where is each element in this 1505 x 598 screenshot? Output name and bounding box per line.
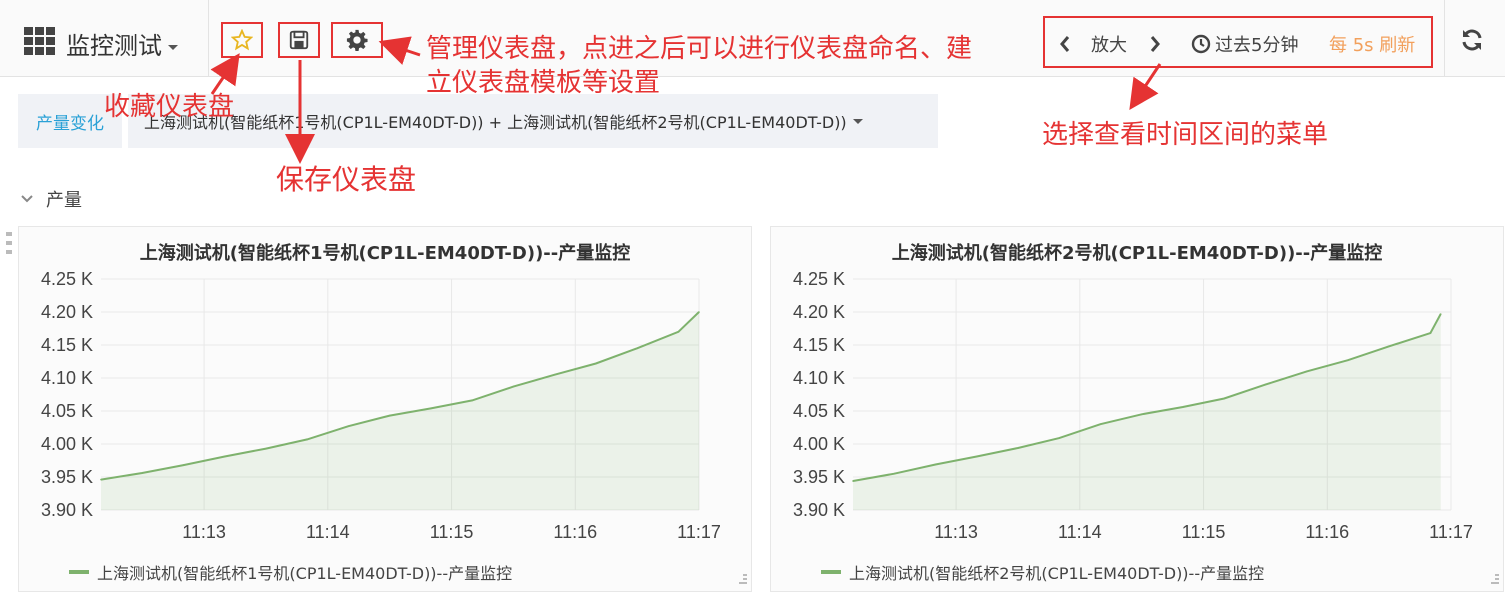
annotation-save: 保存仪表盘 bbox=[276, 163, 417, 196]
annotation-arrow bbox=[1129, 63, 1162, 110]
annotation-time: 选择查看时间区间的菜单 bbox=[1042, 120, 1329, 150]
annotation-settings-line2: 立仪表盘模板等设置 bbox=[426, 68, 661, 98]
annotation-settings-line1: 管理仪表盘，点进之后可以进行仪表盘命名、建 bbox=[426, 34, 973, 64]
annotation-star: 收藏仪表盘 bbox=[104, 92, 235, 122]
annotation-arrow bbox=[378, 36, 421, 65]
